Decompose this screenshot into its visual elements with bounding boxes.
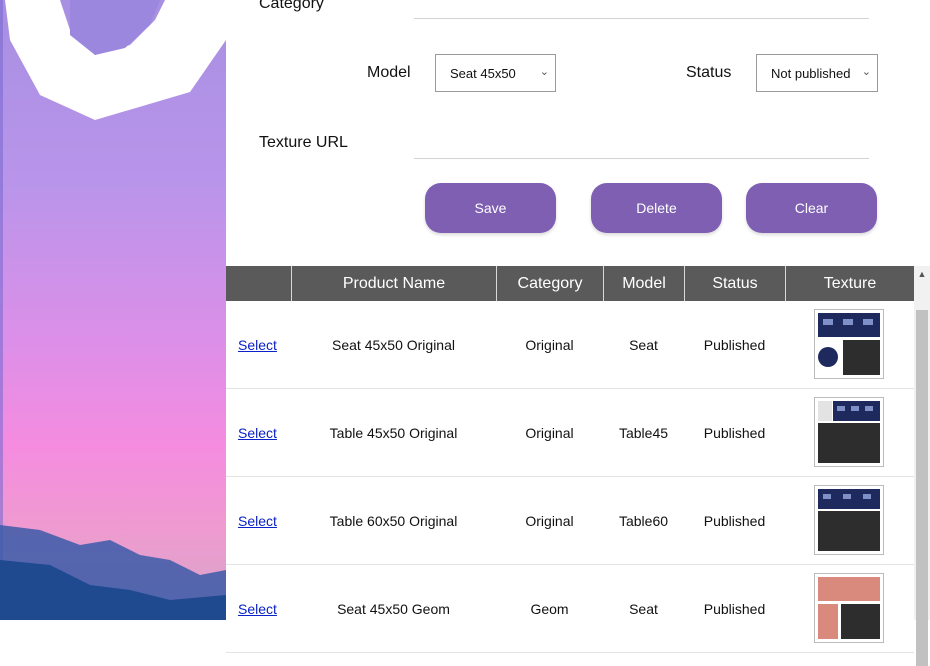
sidebar-illustration xyxy=(0,0,226,620)
sidebar-background-image xyxy=(0,0,226,620)
model-select-value: Seat 45x50 xyxy=(450,66,516,81)
model-cell: Table45 xyxy=(618,425,669,441)
product-name-cell: Seat 45x50 Original xyxy=(332,337,455,353)
texture-url-input[interactable] xyxy=(414,158,869,159)
select-link[interactable]: Select xyxy=(238,477,277,565)
column-header-texture: Texture xyxy=(785,266,914,301)
select-link[interactable]: Select xyxy=(238,301,277,389)
category-cell: Geom xyxy=(530,601,569,617)
model-cell: Seat xyxy=(629,601,658,617)
texture-thumbnail xyxy=(814,309,884,379)
category-input[interactable] xyxy=(414,18,869,19)
model-select[interactable]: Seat 45x50 ⌄ xyxy=(435,54,556,92)
product-name-cell: Table 45x50 Original xyxy=(329,425,458,441)
model-cell: Table60 xyxy=(618,513,669,529)
texture-thumbnail xyxy=(814,485,884,555)
column-header-status: Status xyxy=(684,266,785,301)
scroll-up-icon[interactable]: ▲ xyxy=(914,266,930,282)
table-row: Select Seat 45x50 Original Original Seat… xyxy=(226,301,914,389)
status-select[interactable]: Not published ⌄ xyxy=(756,54,878,92)
table-header: Product Name Category Model Status Textu… xyxy=(226,266,914,301)
scrollbar-thumb[interactable] xyxy=(916,310,928,666)
select-link[interactable]: Select xyxy=(238,565,277,653)
delete-button[interactable]: Delete xyxy=(591,183,722,233)
select-link[interactable]: Select xyxy=(238,389,277,477)
category-cell: Original xyxy=(525,337,574,353)
product-name-cell: Table 60x50 Original xyxy=(329,513,458,529)
column-header-model: Model xyxy=(603,266,684,301)
chevron-down-icon: ⌄ xyxy=(539,66,549,78)
model-label: Model xyxy=(367,64,411,81)
texture-thumbnail xyxy=(814,573,884,643)
column-header-action xyxy=(226,266,291,301)
status-cell: Published xyxy=(703,425,766,441)
status-cell: Published xyxy=(703,513,766,529)
status-select-value: Not published xyxy=(771,66,851,81)
category-label: Category xyxy=(259,0,324,12)
clear-button[interactable]: Clear xyxy=(746,183,877,233)
save-button[interactable]: Save xyxy=(425,183,556,233)
status-cell: Published xyxy=(703,601,766,617)
column-header-product-name: Product Name xyxy=(291,266,496,301)
product-name-cell: Seat 45x50 Geom xyxy=(337,601,450,617)
table-scrollbar[interactable]: ▲ xyxy=(914,266,930,666)
table-row: Select Table 60x50 Original Original Tab… xyxy=(226,477,914,565)
model-cell: Seat xyxy=(629,337,658,353)
texture-thumbnail xyxy=(814,397,884,467)
table-row: Select Seat 45x50 Geom Geom Seat Publish… xyxy=(226,565,914,653)
table-row: Select Table 45x50 Original Original Tab… xyxy=(226,389,914,477)
texture-url-label: Texture URL xyxy=(259,134,348,151)
chevron-down-icon: ⌄ xyxy=(861,66,871,78)
category-cell: Original xyxy=(525,425,574,441)
column-header-category: Category xyxy=(496,266,603,301)
status-label: Status xyxy=(686,64,732,81)
status-cell: Published xyxy=(703,337,766,353)
category-cell: Original xyxy=(525,513,574,529)
